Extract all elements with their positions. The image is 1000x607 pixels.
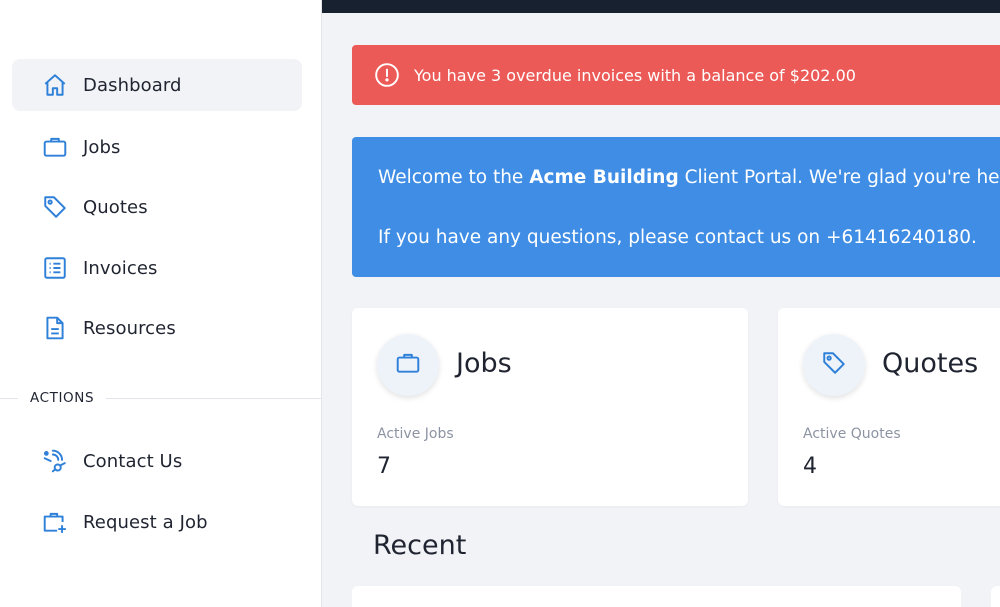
- sidebar-item-invoices[interactable]: Invoices: [12, 242, 302, 294]
- stat-label: Active Quotes: [803, 426, 901, 442]
- home-icon: [42, 72, 68, 98]
- alert-message: You have 3 overdue invoices with a balan…: [414, 65, 856, 85]
- sidebar-item-label: Jobs: [83, 136, 121, 158]
- jobs-card[interactable]: Jobs Active Jobs 7: [352, 308, 748, 506]
- sidebar-item-jobs[interactable]: Jobs: [12, 121, 302, 173]
- alert-circle-icon: [374, 62, 400, 88]
- recent-card: [991, 586, 1000, 607]
- welcome-line: Welcome to the Acme Building Client Port…: [378, 165, 1000, 191]
- sidebar: Dashboard Jobs Quotes Invoices Resources…: [0, 0, 322, 607]
- sidebar-item-label: Dashboard: [83, 74, 182, 96]
- sidebar-item-label: Request a Job: [83, 511, 208, 533]
- contact-line: If you have any questions, please contac…: [378, 226, 977, 248]
- sidebar-item-label: Quotes: [83, 196, 148, 218]
- jobs-badge: [377, 334, 439, 396]
- welcome-text: Welcome to the: [378, 167, 530, 188]
- divider: [0, 397, 18, 399]
- sidebar-item-quotes[interactable]: Quotes: [12, 181, 302, 233]
- sidebar-item-label: Invoices: [83, 257, 158, 279]
- sidebar-item-dashboard[interactable]: Dashboard: [12, 59, 302, 111]
- top-bar: [322, 0, 1000, 13]
- recent-heading: Recent: [373, 530, 467, 561]
- tag-icon: [42, 194, 68, 220]
- contact-icon: [42, 448, 68, 474]
- sidebar-item-label: Contact Us: [83, 450, 183, 472]
- briefcase-icon: [395, 350, 421, 380]
- divider: [106, 397, 322, 399]
- briefcase-plus-icon: [42, 509, 68, 535]
- sidebar-item-request-a-job[interactable]: Request a Job: [12, 496, 302, 548]
- card-title: Quotes: [882, 348, 979, 379]
- tag-icon: [821, 350, 847, 380]
- welcome-text: Client Portal. We're glad you're here!: [678, 167, 1000, 188]
- welcome-banner: Welcome to the Acme Building Client Port…: [352, 137, 1000, 277]
- actions-header-label: ACTIONS: [30, 390, 95, 406]
- list-icon: [42, 255, 68, 281]
- card-title: Jobs: [456, 348, 512, 379]
- stat-label: Active Jobs: [377, 426, 454, 442]
- actions-section-header: ACTIONS: [0, 388, 322, 408]
- recent-card: [352, 586, 961, 607]
- sidebar-item-resources[interactable]: Resources: [12, 302, 302, 354]
- stat-value: 7: [377, 454, 391, 479]
- stat-value: 4: [803, 454, 817, 479]
- document-icon: [42, 315, 68, 341]
- sidebar-item-contact-us[interactable]: Contact Us: [12, 435, 302, 487]
- company-name: Acme Building: [529, 167, 679, 188]
- overdue-alert: You have 3 overdue invoices with a balan…: [352, 45, 1000, 105]
- briefcase-icon: [42, 134, 68, 160]
- sidebar-item-label: Resources: [83, 317, 176, 339]
- quotes-card[interactable]: Quotes Active Quotes 4: [778, 308, 1000, 506]
- quotes-badge: [803, 334, 865, 396]
